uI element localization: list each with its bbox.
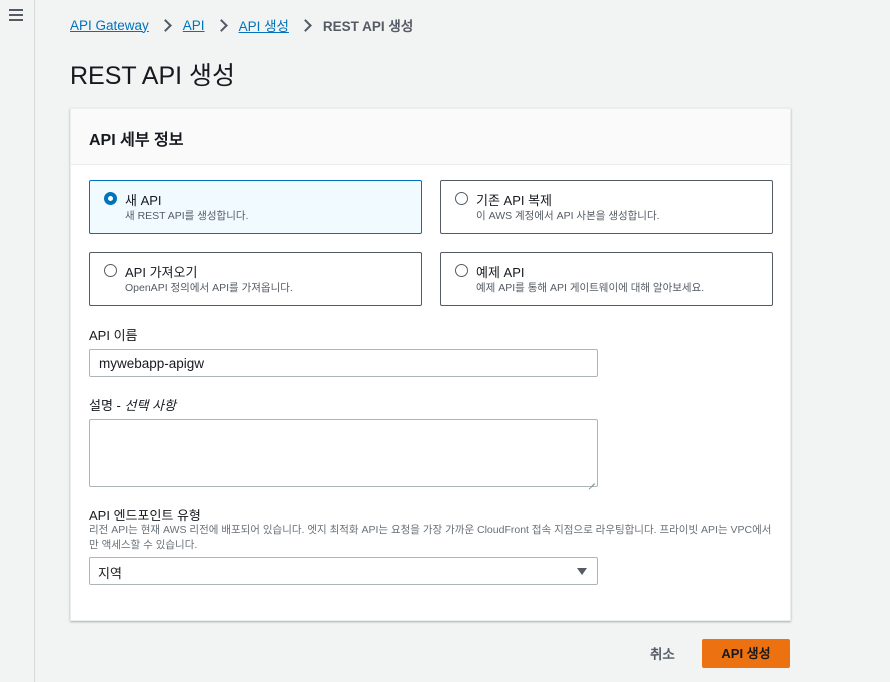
side-navigation-rail	[0, 0, 35, 682]
chevron-right-icon	[297, 18, 315, 32]
option-title: 예제 API	[476, 265, 525, 280]
option-description: 이 AWS 계정에서 API 사본을 생성합니다.	[476, 210, 660, 222]
menu-icon[interactable]	[9, 9, 23, 21]
resize-handle-icon[interactable]	[587, 476, 595, 484]
chevron-right-icon	[157, 18, 175, 32]
endpoint-type-label: API 엔드포인트 유형	[89, 508, 201, 523]
breadcrumb-current: REST API 생성	[322, 19, 414, 34]
description-label-text: 설명 -	[89, 398, 125, 413]
breadcrumb: API Gateway API API 생성 REST API 생성	[70, 15, 413, 35]
create-api-button[interactable]: API 생성	[702, 639, 790, 668]
endpoint-type-hint: 리전 API는 현재 AWS 리전에 배포되어 있습니다. 엣지 최적화 API…	[89, 524, 772, 551]
api-name-label: API 이름	[89, 328, 138, 343]
option-title: 기존 API 복제	[476, 193, 553, 208]
radio-icon	[104, 264, 117, 277]
radio-icon	[455, 192, 468, 205]
breadcrumb-link-api[interactable]: API	[183, 18, 205, 33]
endpoint-type-value: 지역	[98, 566, 122, 581]
page-title: REST API 생성	[70, 62, 236, 90]
description-textarea[interactable]	[89, 419, 598, 487]
caret-down-icon	[577, 568, 587, 575]
optional-tag: 선택 사항	[124, 398, 176, 413]
option-title: 새 API	[125, 193, 162, 208]
option-example-api[interactable]: 예제 API 예제 API를 통해 API 게이트웨이에 대해 알아보세요.	[440, 252, 773, 306]
option-title: API 가져오기	[125, 265, 198, 280]
breadcrumb-link-create-api[interactable]: API 생성	[239, 15, 289, 35]
main-content: API Gateway API API 생성 REST API 생성 REST …	[35, 0, 890, 682]
cancel-button[interactable]: 취소	[650, 643, 675, 663]
option-new-api[interactable]: 새 API 새 REST API를 생성합니다.	[89, 180, 422, 234]
api-name-input[interactable]	[89, 349, 598, 377]
chevron-right-icon	[213, 18, 231, 32]
description-label: 설명 - 선택 사항	[89, 395, 176, 414]
option-description: 예제 API를 통해 API 게이트웨이에 대해 알아보세요.	[476, 282, 705, 294]
option-import-api[interactable]: API 가져오기 OpenAPI 정의에서 API를 가져옵니다.	[89, 252, 422, 306]
option-clone-api[interactable]: 기존 API 복제 이 AWS 계정에서 API 사본을 생성합니다.	[440, 180, 773, 234]
endpoint-type-select[interactable]: 지역	[89, 557, 598, 585]
panel-header: API 세부 정보	[71, 109, 790, 165]
radio-selected-icon	[104, 192, 117, 205]
api-details-panel: API 세부 정보 새 API 새 REST API를 생성합니다. 기존 AP…	[70, 108, 791, 621]
breadcrumb-link-api-gateway[interactable]: API Gateway	[70, 18, 149, 33]
radio-icon	[455, 264, 468, 277]
option-description: 새 REST API를 생성합니다.	[125, 210, 249, 222]
option-description: OpenAPI 정의에서 API를 가져옵니다.	[125, 282, 293, 294]
